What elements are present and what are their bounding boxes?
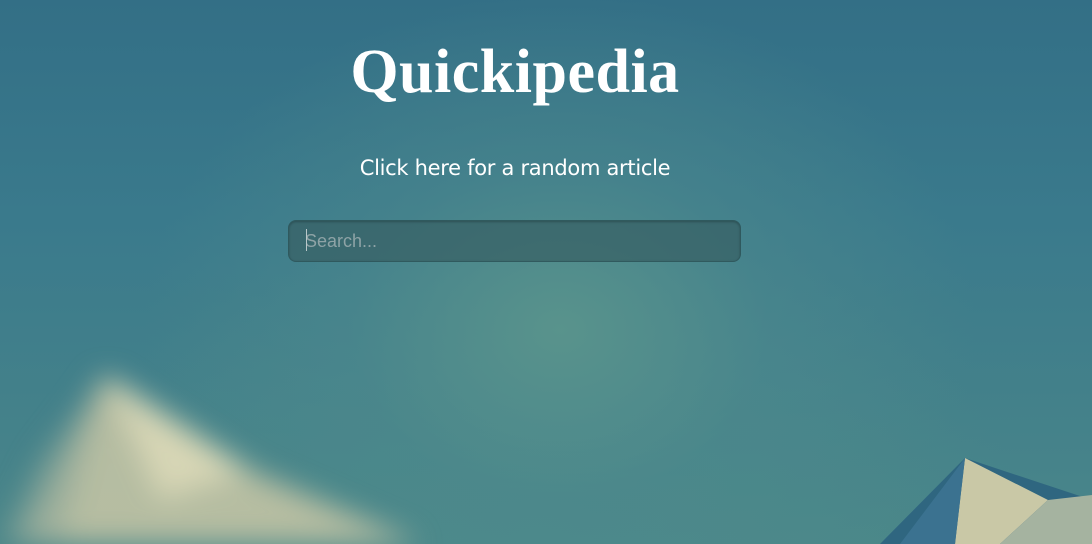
search-box	[288, 220, 741, 262]
right-mountain-peak	[880, 458, 1092, 544]
text-cursor	[306, 229, 307, 251]
left-mountain-peak	[0, 375, 420, 544]
random-article-link[interactable]: Click here for a random article	[0, 154, 1030, 182]
search-input[interactable]	[288, 220, 741, 262]
page-title: Quickipedia	[350, 38, 680, 106]
